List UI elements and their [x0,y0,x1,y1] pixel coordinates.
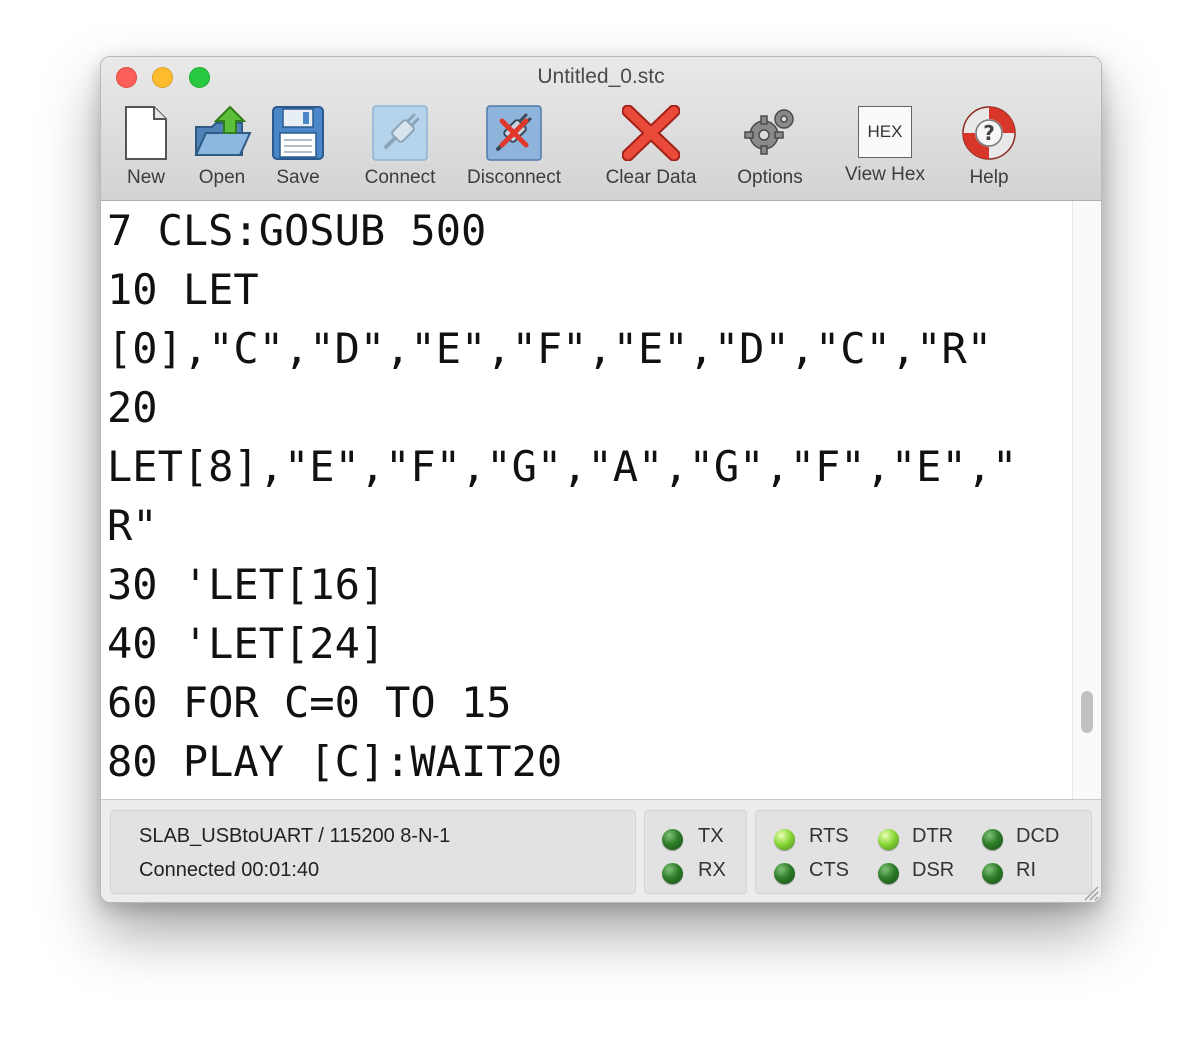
tx-led-icon [662,829,683,850]
rx-led-icon [662,863,683,884]
open-label: Open [198,167,246,188]
red-x-icon [622,105,680,161]
rts-led-icon [774,829,795,850]
new-button[interactable]: New [116,105,176,189]
terminal-line: 30 'LET[16] [107,560,386,609]
hex-icon-text: HEX [867,122,903,141]
save-button[interactable]: Save [267,105,329,189]
gears-icon [744,109,794,155]
dcd-led-icon [982,829,1003,850]
options-button[interactable]: Options [727,105,813,189]
new-document-icon [125,106,167,160]
open-button[interactable]: Open [189,105,255,189]
toolbar: Untitled_0.stc New Open Save Connect Dis… [101,57,1101,201]
vertical-scrollbar[interactable] [1072,201,1101,799]
dsr-led-icon [878,863,899,884]
open-folder-icon [194,105,252,156]
app-window: Untitled_0.stc New Open Save Connect Dis… [100,56,1102,903]
control-lines-panel: RTS CTS DTR DSR DCD RI [755,810,1092,894]
terminal-output: 7 CLS:GOSUB 500 10 LET [0],"C","D","E","… [107,201,1017,791]
terminal-line: 20 [107,383,158,432]
save-label: Save [276,167,320,188]
plug-disconnect-icon [486,105,542,161]
plug-connect-icon [372,105,428,161]
rts-label: RTS [809,825,849,847]
hex-icon: HEX [858,106,912,158]
terminal-line: 7 CLS:GOSUB 500 [107,206,487,255]
new-label: New [126,167,165,188]
terminal-area[interactable]: 7 CLS:GOSUB 500 10 LET [0],"C","D","E","… [101,201,1101,799]
connect-button[interactable]: Connect [355,105,445,189]
dtr-label: DTR [912,825,954,847]
help-label: Help [969,167,1009,188]
rx-label: RX [698,859,726,881]
lifebuoy-help-icon: ? [962,106,1016,160]
svg-text:?: ? [983,121,995,145]
terminal-line: 40 'LET[24] [107,619,386,668]
connection-info-panel: SLAB_USBtoUART / 115200 8-N-1 Connected … [110,810,636,894]
terminal-line: 60 FOR C=0 TO 15 [107,678,512,727]
terminal-line: R" [107,501,158,550]
terminal-line: 80 PLAY [C]:WAIT20 [107,737,563,786]
connect-label: Connect [364,167,436,188]
clear-data-button[interactable]: Clear Data [595,105,707,189]
window-title: Untitled_0.stc [537,65,665,88]
tx-rx-panel: TX RX [644,810,747,894]
disconnect-label: Disconnect [467,167,561,188]
ri-label: RI [1016,859,1036,881]
ri-led-icon [982,863,1003,884]
resize-grip-icon[interactable] [1081,883,1099,901]
view-hex-button[interactable]: HEX View Hex [837,105,933,186]
dsr-label: DSR [912,859,955,881]
tx-label: TX [698,825,724,847]
floppy-disk-icon [272,106,324,160]
dtr-led-icon [878,829,899,850]
options-label: Options [737,167,803,188]
cts-led-icon [774,863,795,884]
help-button[interactable]: ? Help [953,105,1025,189]
clear-data-label: Clear Data [605,167,697,188]
terminal-line: [0],"C","D","E","F","E","D","C","R" [107,324,993,373]
connection-status: Connected 00:01:40 [139,859,320,881]
status-bar: SLAB_USBtoUART / 115200 8-N-1 Connected … [101,799,1101,902]
port-settings: SLAB_USBtoUART / 115200 8-N-1 [139,825,451,847]
scrollbar-thumb[interactable] [1081,691,1093,733]
cts-label: CTS [809,859,849,881]
dcd-label: DCD [1016,825,1060,847]
terminal-line: LET[8],"E","F","G","A","G","F","E"," [107,442,1018,491]
disconnect-button[interactable]: Disconnect [459,105,569,189]
terminal-line: 10 LET [107,265,259,314]
view-hex-label: View Hex [845,164,925,185]
